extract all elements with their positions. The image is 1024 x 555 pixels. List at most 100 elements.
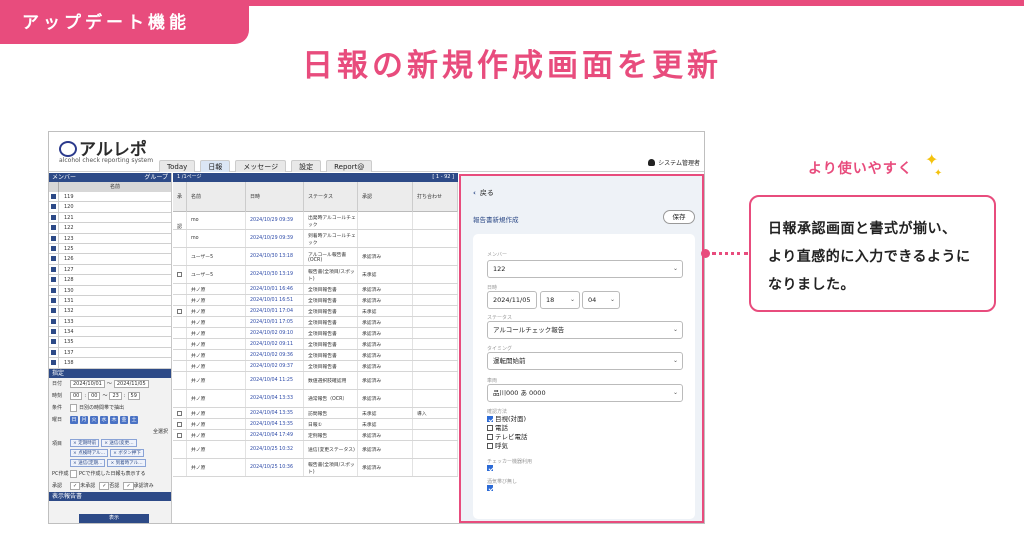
row-datetime[interactable]: 2024/10/02 09:37	[246, 361, 304, 371]
member-row[interactable]: 138	[49, 358, 171, 369]
member-row[interactable]: 119	[49, 192, 171, 203]
col-approval[interactable]: 承認	[358, 181, 413, 212]
member-checkbox[interactable]	[49, 295, 59, 306]
row-checkbox-cell[interactable]	[173, 430, 187, 440]
table-row[interactable]: 井ノ原 2024/10/04 11:25 数値選択肢確認用 承認済み	[173, 372, 458, 390]
row-checkbox[interactable]	[177, 432, 182, 438]
table-row[interactable]: ユーザー5 2024/10/30 13:19 報告書(全項目/スポット) 未承認	[173, 266, 458, 284]
member-row[interactable]: 126	[49, 254, 171, 265]
date-from-input[interactable]: 2024/10/01	[70, 379, 105, 388]
date-to-input[interactable]: 2024/11/05	[113, 379, 149, 388]
time-to-minute[interactable]: 59	[127, 391, 140, 400]
member-row[interactable]: 130	[49, 285, 171, 296]
table-row[interactable]: 井ノ原 2024/10/01 16:46 全項目報告書 承認済み	[173, 284, 458, 295]
row-checkbox-cell[interactable]	[173, 408, 187, 418]
approve-checkbox[interactable]: ✓	[123, 481, 134, 490]
row-datetime[interactable]: 2024/10/01 17:05	[246, 317, 304, 327]
type-chip[interactable]: × 送信(変更…	[101, 438, 137, 447]
table-row[interactable]: 井ノ原 2024/10/02 09:11 全項目報告書 承認済み	[173, 339, 458, 350]
user-menu[interactable]: システム管理者	[648, 158, 700, 167]
tab-report-at[interactable]: Report@	[326, 160, 373, 172]
method-option[interactable]: テレビ電話	[487, 433, 528, 442]
row-checkbox-cell[interactable]	[173, 295, 187, 305]
show-button[interactable]: 表示	[79, 514, 149, 523]
approve-option[interactable]: ✓ 承認済み	[123, 481, 154, 491]
row-datetime[interactable]: 2024/10/04 13:35	[246, 419, 304, 429]
row-checkbox-cell[interactable]	[173, 284, 187, 294]
row-checkbox-cell[interactable]	[173, 361, 187, 371]
col-name[interactable]: 名前	[187, 181, 246, 212]
type-chip[interactable]: × 到着時アル…	[107, 458, 146, 467]
member-row[interactable]: 120	[49, 202, 171, 213]
row-datetime[interactable]: 2024/10/02 09:11	[246, 339, 304, 349]
member-checkbox[interactable]	[49, 243, 59, 254]
table-row[interactable]: 井ノ原 2024/10/02 09:36 全項目報告書 承認済み	[173, 350, 458, 361]
row-datetime[interactable]: 2024/10/02 09:36	[246, 350, 304, 360]
weekday-button[interactable]: 土	[130, 415, 138, 424]
row-checkbox-cell[interactable]	[173, 339, 187, 349]
member-select[interactable]: 122 ⌄	[487, 260, 683, 278]
member-checkbox[interactable]	[49, 337, 59, 347]
row-datetime[interactable]: 2024/10/25 10:32	[246, 441, 304, 458]
time-to-hour[interactable]: 23	[109, 391, 122, 400]
member-row[interactable]: 128	[49, 275, 171, 286]
row-checkbox-cell[interactable]	[173, 230, 187, 247]
member-row[interactable]: 131	[49, 295, 171, 307]
row-checkbox-cell[interactable]	[173, 212, 187, 229]
minute-select[interactable]: 04 ⌄	[582, 291, 620, 309]
type-chip[interactable]: × 定期時前	[70, 438, 100, 447]
tab-messages[interactable]: メッセージ	[235, 160, 287, 172]
member-checkbox[interactable]	[49, 347, 59, 358]
row-datetime[interactable]: 2024/10/04 17:49	[246, 430, 304, 440]
table-row[interactable]: 井ノ原 2024/10/04 13:33 通常報告（OCR） 承認済み	[173, 390, 458, 408]
member-checkbox[interactable]	[49, 192, 59, 202]
condition-checkbox[interactable]	[70, 403, 77, 412]
member-row[interactable]: 135	[49, 337, 171, 348]
method-option[interactable]: 電話	[487, 424, 508, 433]
table-row[interactable]: 井ノ原 2024/10/02 09:10 全項目報告書 承認済み	[173, 328, 458, 339]
row-datetime[interactable]: 2024/10/01 17:04	[246, 306, 304, 316]
table-row[interactable]: 井ノ原 2024/10/01 17:05 全項目報告書 承認済み	[173, 317, 458, 328]
member-checkbox[interactable]	[49, 202, 59, 212]
method-option[interactable]: 目視(対面)	[487, 415, 526, 424]
drink-checkbox[interactable]	[487, 484, 495, 493]
row-checkbox-cell[interactable]	[173, 372, 187, 389]
member-checkbox[interactable]	[49, 254, 59, 264]
back-link[interactable]: ‹ 戻る	[473, 188, 494, 198]
vehicle-select[interactable]: 品川000 あ 0000 ⌄	[487, 384, 683, 402]
table-row[interactable]: 井ノ原 2024/10/25 10:32 送信(変更ステータス) 承認済み	[173, 441, 458, 459]
table-row[interactable]: 井ノ原 2024/10/04 17:49 定例報告 承認済み	[173, 430, 458, 441]
table-row[interactable]: mo 2024/10/29 09:39 出発時アルコールチェック	[173, 212, 458, 230]
time-from-hour[interactable]: 00	[70, 391, 83, 400]
row-datetime[interactable]: 2024/10/29 09:39	[246, 230, 304, 247]
method-option[interactable]: 呼気	[487, 442, 508, 451]
row-checkbox[interactable]	[177, 421, 182, 427]
row-datetime[interactable]: 2024/10/04 11:25	[246, 372, 304, 389]
hour-select[interactable]: 18 ⌄	[540, 291, 580, 309]
select-all-label[interactable]: 全選択	[153, 427, 168, 437]
type-chip[interactable]: × ボタン押下	[110, 448, 144, 457]
row-checkbox-cell[interactable]	[173, 459, 187, 476]
approve-checkbox[interactable]: ✓	[70, 481, 81, 490]
approve-option[interactable]: ✓ 否認	[99, 481, 119, 491]
member-row[interactable]: 133	[49, 316, 171, 328]
weekday-button[interactable]: 木	[110, 415, 118, 424]
member-row[interactable]: 132	[49, 306, 171, 317]
member-row[interactable]: 121	[49, 212, 171, 224]
member-row[interactable]: 123	[49, 233, 171, 244]
row-datetime[interactable]: 2024/10/30 13:19	[246, 266, 304, 283]
row-checkbox-cell[interactable]	[173, 350, 187, 360]
member-row[interactable]: 122	[49, 223, 171, 234]
weekday-button[interactable]: 水	[100, 415, 108, 424]
member-row[interactable]: 134	[49, 327, 171, 338]
tab-today[interactable]: Today	[159, 160, 196, 172]
table-row[interactable]: 井ノ原 2024/10/02 09:37 全項目報告書 承認済み	[173, 361, 458, 372]
member-checkbox[interactable]	[49, 233, 59, 243]
member-checkbox[interactable]	[49, 306, 59, 316]
approve-option[interactable]: ✓ 未承認	[70, 481, 95, 491]
table-row[interactable]: ユーザー5 2024/10/30 13:18 アルコール報告書(OCR) 承認済み	[173, 248, 458, 266]
member-checkbox[interactable]	[49, 212, 59, 223]
table-row[interactable]: 井ノ原 2024/10/01 17:04 全項目報告書 未承認	[173, 306, 458, 317]
row-datetime[interactable]: 2024/10/25 10:36	[246, 459, 304, 476]
group-toggle[interactable]: グループ	[144, 173, 168, 182]
